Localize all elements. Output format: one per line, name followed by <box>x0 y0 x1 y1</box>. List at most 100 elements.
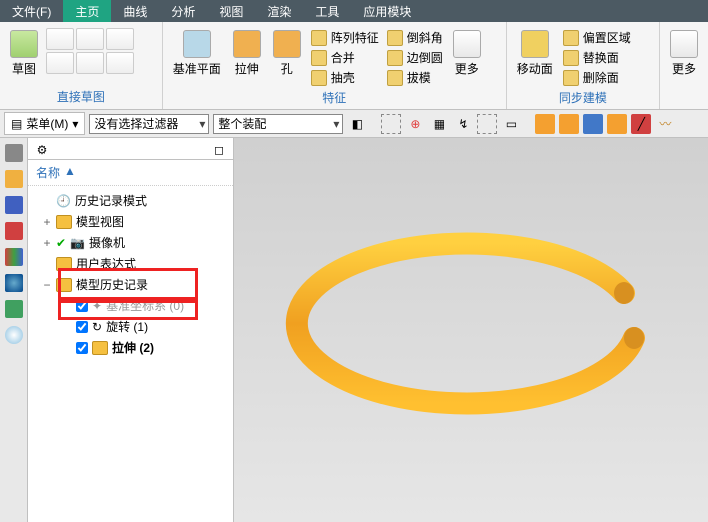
nav-material-icon[interactable] <box>5 300 23 318</box>
model-ring <box>284 228 664 428</box>
select-tool-3[interactable]: ▦ <box>429 114 449 134</box>
curve-tool[interactable]: 〰 <box>655 114 675 134</box>
offset-region-button[interactable]: 偏置区域 <box>561 28 633 47</box>
edge-icon <box>387 50 403 66</box>
draft-button[interactable]: 拔模 <box>385 68 445 87</box>
select-tool-5[interactable] <box>477 114 497 134</box>
tab-app[interactable]: 应用模块 <box>351 0 423 22</box>
datum-checkbox[interactable] <box>76 300 88 312</box>
extrude-checkbox[interactable] <box>76 342 88 354</box>
check-icon: ✔ <box>56 236 66 250</box>
merge-button[interactable]: 合并 <box>309 48 381 67</box>
chevron-down-icon: ▾ <box>72 117 78 131</box>
select-tool-6[interactable]: ▭ <box>501 114 521 134</box>
offset-icon <box>563 30 579 46</box>
highlight-tool-2[interactable] <box>559 114 579 134</box>
tab-render[interactable]: 渲染 <box>255 0 303 22</box>
replace-face-button[interactable]: 替换面 <box>561 48 633 67</box>
tree-user-expr[interactable]: 用户表达式 <box>28 253 233 274</box>
scope-dropdown[interactable]: 整个装配 <box>213 114 343 134</box>
tree-model-history[interactable]: −模型历史记录 <box>28 274 233 295</box>
select-tool-4[interactable]: ↯ <box>453 114 473 134</box>
tab-file[interactable]: 文件(F) <box>0 0 63 22</box>
tab-tool[interactable]: 工具 <box>303 0 351 22</box>
folder-icon <box>56 215 72 229</box>
rotate-checkbox[interactable] <box>76 321 88 333</box>
sort-asc-icon: ▲ <box>64 164 76 181</box>
more-icon <box>453 30 481 58</box>
folder-icon <box>56 257 72 271</box>
nav-reuse-icon[interactable] <box>5 222 23 240</box>
tree-extrude[interactable]: 拉伸 (2) <box>28 337 233 358</box>
arc-tool[interactable] <box>46 28 74 50</box>
sketch-tools <box>46 28 134 74</box>
3d-viewport[interactable] <box>234 138 708 522</box>
sketch-button[interactable]: 草图 <box>6 28 42 79</box>
more-sync-button[interactable]: 更多 <box>666 28 702 79</box>
highlight-tool-4[interactable] <box>607 114 627 134</box>
line-tool[interactable] <box>106 28 134 50</box>
replace-icon <box>563 50 579 66</box>
extrude-icon <box>233 30 261 58</box>
shell-button[interactable]: 抽壳 <box>309 68 381 87</box>
csys-icon: ✦ <box>92 299 102 313</box>
draft-icon <box>387 70 403 86</box>
rotate-icon: ↻ <box>92 320 102 334</box>
nav-part-icon[interactable] <box>5 144 23 162</box>
pattern-button[interactable]: 阵列特征 <box>309 28 381 47</box>
group-feature-label: 特征 <box>169 87 500 108</box>
sketch-label: 草图 <box>12 60 36 77</box>
tree-datum-csys[interactable]: ✦基准坐标系 (0) <box>28 295 233 316</box>
delete-icon <box>563 70 579 86</box>
group-sync-label: 同步建模 <box>513 87 653 108</box>
nav-library-icon[interactable] <box>5 248 23 266</box>
tree-settings-icon[interactable]: ⚙ <box>32 140 52 160</box>
filter-tool-1[interactable]: ◧ <box>347 114 367 134</box>
highlight-tool-1[interactable] <box>535 114 555 134</box>
tab-home[interactable]: 主页 <box>63 0 111 22</box>
menu-icon: ▤ <box>11 117 22 131</box>
filter-dropdown[interactable]: 没有选择过滤器 <box>89 114 209 134</box>
edge-blend-button[interactable]: 边倒圆 <box>385 48 445 67</box>
select-tool-2[interactable]: ⊕ <box>405 114 425 134</box>
tree-camera[interactable]: +✔📷摄像机 <box>28 232 233 253</box>
menu-button[interactable]: ▤ 菜单(M) ▾ <box>4 112 85 135</box>
extrude-button[interactable]: 拉伸 <box>229 28 265 79</box>
merge-icon <box>311 50 327 66</box>
tab-view[interactable]: 视图 <box>207 0 255 22</box>
nav-constraint-icon[interactable] <box>5 196 23 214</box>
folder-icon <box>56 278 72 292</box>
tree-header-name[interactable]: 名称▲ <box>28 160 233 186</box>
tree-model-view[interactable]: +模型视图 <box>28 211 233 232</box>
move-face-button[interactable]: 移动面 <box>513 28 557 79</box>
select-tool-1[interactable] <box>381 114 401 134</box>
more-features-button[interactable]: 更多 <box>449 28 485 79</box>
nav-wave-icon[interactable] <box>5 274 23 292</box>
tab-curve[interactable]: 曲线 <box>111 0 159 22</box>
point-tool[interactable] <box>106 52 134 74</box>
plane-icon <box>183 30 211 58</box>
pattern-icon <box>311 30 327 46</box>
moveface-icon <box>521 30 549 58</box>
sketch-icon <box>10 30 38 58</box>
nav-assembly-icon[interactable] <box>5 170 23 188</box>
highlight-tool-3[interactable] <box>583 114 603 134</box>
rect-tool[interactable] <box>76 28 104 50</box>
group-sketch-label: 直接草图 <box>6 86 156 107</box>
tree-window-icon[interactable]: ◻ <box>209 140 229 160</box>
delete-face-button[interactable]: 删除面 <box>561 68 633 87</box>
hole-icon <box>273 30 301 58</box>
tree-rotate[interactable]: ↻旋转 (1) <box>28 316 233 337</box>
spline-tool[interactable] <box>46 52 74 74</box>
tree-history-mode[interactable]: 🕘历史记录模式 <box>28 190 233 211</box>
chamfer-icon <box>387 30 403 46</box>
shell-icon <box>311 70 327 86</box>
datum-plane-button[interactable]: 基准平面 <box>169 28 225 79</box>
tab-analysis[interactable]: 分析 <box>159 0 207 22</box>
nav-history-icon[interactable] <box>5 326 23 344</box>
highlight-tool-5[interactable]: ╱ <box>631 114 651 134</box>
hole-button[interactable]: 孔 <box>269 28 305 79</box>
chamfer-button[interactable]: 倒斜角 <box>385 28 445 47</box>
circle-tool[interactable] <box>76 52 104 74</box>
clock-icon: 🕘 <box>56 194 71 208</box>
